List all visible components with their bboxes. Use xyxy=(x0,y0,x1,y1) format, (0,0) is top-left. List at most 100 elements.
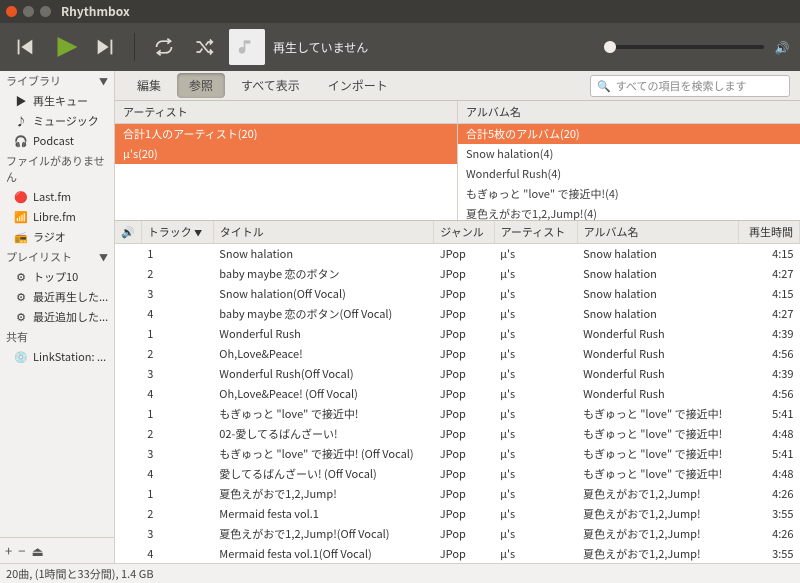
sidebar-item[interactable]: ♪ ミュージック xyxy=(0,111,114,131)
sidebar-section[interactable]: プレイリスト▼ xyxy=(0,247,114,267)
browser-row[interactable]: 夏色えがおで1,2,Jump!(4) xyxy=(458,204,800,220)
sort-asc-icon: ▼ xyxy=(194,228,202,239)
sidebar-item[interactable]: 🎧 Podcast xyxy=(0,131,114,151)
sidebar-item-label: 最近再生した... xyxy=(33,289,108,305)
main-toolbar: 再生していません 🔊 xyxy=(0,23,800,71)
sidebar-item-label: Libre.fm xyxy=(33,209,76,225)
sidebar-item[interactable]: ⚙ トップ10 xyxy=(0,267,114,287)
sidebar-section[interactable]: ファイルがありません xyxy=(0,151,114,187)
window-maximize-button[interactable] xyxy=(40,6,51,17)
playlist-add-button[interactable]: + xyxy=(5,541,12,560)
repeat-button[interactable] xyxy=(149,32,179,62)
sidebar-item-label: 最近追加した... xyxy=(33,309,108,325)
status-bar: 20曲, (1時間と33分間), 1.4 GB xyxy=(0,563,800,583)
previous-button[interactable] xyxy=(10,32,40,62)
browse-button[interactable]: 参照 xyxy=(177,73,225,98)
sidebar-item-label: Last.fm xyxy=(33,189,71,205)
browser-row[interactable]: もぎゅっと "love" で接近中!(4) xyxy=(458,184,800,204)
album-column-header[interactable]: アルバム名 xyxy=(458,101,800,124)
track-row[interactable]: 2Oh,Love&Peace!JPopμ'sWonderful Rush4:56 xyxy=(115,344,800,364)
search-icon: 🔍 xyxy=(597,78,611,94)
track-row[interactable]: 2baby maybe 恋のボタンJPopμ'sSnow halation4:2… xyxy=(115,264,800,284)
sidebar-section[interactable]: ライブラリ▼ xyxy=(0,71,114,91)
track-row[interactable]: 3Wonderful Rush(Off Vocal)JPopμ'sWonderf… xyxy=(115,364,800,384)
sidebar-item-label: ラジオ xyxy=(33,229,66,245)
column-playing[interactable]: 🔊 xyxy=(115,221,141,244)
sidebar-item-label: LinkStation: ... xyxy=(33,349,106,365)
sidebar-item-label: 再生キュー xyxy=(33,93,88,109)
track-row[interactable]: 1Snow halationJPopμ'sSnow halation4:15 xyxy=(115,244,800,265)
track-row[interactable]: 4Oh,Love&Peace! (Off Vocal)JPopμ'sWonder… xyxy=(115,384,800,404)
speaker-icon[interactable]: 🔊 xyxy=(774,39,790,56)
sidebar-item[interactable]: ⚙ 最近再生した... xyxy=(0,287,114,307)
column-artist[interactable]: アーティスト xyxy=(494,221,577,244)
sidebar-item[interactable]: ▶ 再生キュー xyxy=(0,91,114,111)
track-row[interactable]: 3Snow halation(Off Vocal)JPopμ'sSnow hal… xyxy=(115,284,800,304)
column-title[interactable]: タイトル xyxy=(213,221,433,244)
library-toolbar: 編集 参照 すべて表示 インポート 🔍 すべての項目を検索します xyxy=(115,71,800,101)
track-row[interactable]: 4baby maybe 恋のボタン(Off Vocal)JPopμ'sSnow … xyxy=(115,304,800,324)
album-art-icon xyxy=(229,29,265,65)
track-row[interactable]: 3もぎゅっと "love" で接近中! (Off Vocal)JPopμ'sもぎ… xyxy=(115,444,800,464)
track-row[interactable]: 1もぎゅっと "love" で接近中!JPopμ'sもぎゅっと "love" で… xyxy=(115,404,800,424)
sidebar-item-icon: ⚙ xyxy=(14,290,28,304)
track-row[interactable]: 1Wonderful RushJPopμ'sWonderful Rush4:39 xyxy=(115,324,800,344)
sidebar-item-icon: ⚙ xyxy=(14,310,28,324)
sidebar-item-icon: ♪ xyxy=(14,114,28,128)
column-track[interactable]: トラック ▼ xyxy=(141,221,213,244)
shuffle-button[interactable] xyxy=(189,32,219,62)
window-close-button[interactable] xyxy=(6,6,17,17)
edit-button[interactable]: 編集 xyxy=(125,73,173,98)
sidebar-item[interactable]: 📻 ラジオ xyxy=(0,227,114,247)
track-row[interactable]: 4Mermaid festa vol.1(Off Vocal)JPopμ's夏色… xyxy=(115,544,800,563)
show-all-button[interactable]: すべて表示 xyxy=(229,73,312,98)
sidebar-item-icon: ⚙ xyxy=(14,270,28,284)
browser-row[interactable]: μ's(20) xyxy=(115,144,457,164)
import-button[interactable]: インポート xyxy=(316,73,400,98)
sidebar-item-label: ミュージック xyxy=(33,113,99,129)
sidebar-item-label: トップ10 xyxy=(33,269,78,285)
now-playing-text: 再生していません xyxy=(273,39,368,56)
album-column: アルバム名 合計5枚のアルバム(20)Snow halation(4)Wonde… xyxy=(458,101,800,220)
chevron-down-icon: ▼ xyxy=(99,251,108,264)
browser-row[interactable]: Snow halation(4) xyxy=(458,144,800,164)
sidebar-item-icon: 📻 xyxy=(14,230,28,244)
play-button[interactable] xyxy=(50,32,80,62)
next-button[interactable] xyxy=(90,32,120,62)
volume-slider[interactable] xyxy=(604,45,764,49)
browser-row[interactable]: 合計5枚のアルバム(20) xyxy=(458,124,800,144)
sidebar-item[interactable]: ⚙ 最近追加した... xyxy=(0,307,114,327)
sidebar-item-icon: 🔴 xyxy=(14,190,28,204)
track-row[interactable]: 3夏色えがおで1,2,Jump!(Off Vocal)JPopμ's夏色えがおで… xyxy=(115,524,800,544)
sidebar-section[interactable]: 共有 xyxy=(0,327,114,347)
sidebar-item-icon: 💿 xyxy=(14,350,28,364)
sidebar-item-label: Podcast xyxy=(33,133,74,149)
artist-column-header[interactable]: アーティスト xyxy=(115,101,457,124)
sidebar: ライブラリ▼ ▶ 再生キュー ♪ ミュージック 🎧 Podcast ファイルがありません 🔴 La… xyxy=(0,71,115,563)
browser-row[interactable]: Wonderful Rush(4) xyxy=(458,164,800,184)
sidebar-item-icon: ▶ xyxy=(14,94,28,108)
library-browser: アーティスト 合計1人のアーティスト(20)μ's(20) アルバム名 合計5枚… xyxy=(115,101,800,221)
track-row[interactable]: 202-愛してるばんざーい!JPopμ'sもぎゅっと "love" で接近中!4… xyxy=(115,424,800,444)
column-album[interactable]: アルバム名 xyxy=(577,221,738,244)
search-input[interactable]: 🔍 すべての項目を検索します xyxy=(590,75,790,97)
sidebar-item[interactable]: 📶 Libre.fm xyxy=(0,207,114,227)
track-row[interactable]: 4愛してるばんざーい! (Off Vocal)JPopμ'sもぎゅっと "lov… xyxy=(115,464,800,484)
column-time[interactable]: 再生時間 xyxy=(739,221,800,244)
status-text: 20曲, (1時間と33分間), 1.4 GB xyxy=(6,566,154,582)
sidebar-footer: + − ⏏ xyxy=(0,537,114,563)
track-row[interactable]: 1夏色えがおで1,2,Jump!JPopμ's夏色えがおで1,2,Jump!4:… xyxy=(115,484,800,504)
chevron-down-icon: ▼ xyxy=(99,75,108,88)
playlist-remove-button[interactable]: − xyxy=(18,541,25,560)
sidebar-item-icon: 📶 xyxy=(14,210,28,224)
window-title: Rhythmbox xyxy=(61,3,130,20)
window-minimize-button[interactable] xyxy=(23,6,34,17)
sidebar-item-icon: 🎧 xyxy=(14,134,28,148)
column-genre[interactable]: ジャンル xyxy=(434,221,494,244)
browser-row[interactable]: 合計1人のアーティスト(20) xyxy=(115,124,457,144)
sidebar-item[interactable]: 💿 LinkStation: ... xyxy=(0,347,114,367)
track-list[interactable]: 🔊 トラック ▼ タイトル ジャンル アーティスト アルバム名 再生時間 1Sn… xyxy=(115,221,800,563)
sidebar-item[interactable]: 🔴 Last.fm xyxy=(0,187,114,207)
track-row[interactable]: 2Mermaid festa vol.1JPopμ's夏色えがおで1,2,Jum… xyxy=(115,504,800,524)
playlist-eject-button[interactable]: ⏏ xyxy=(31,541,43,560)
